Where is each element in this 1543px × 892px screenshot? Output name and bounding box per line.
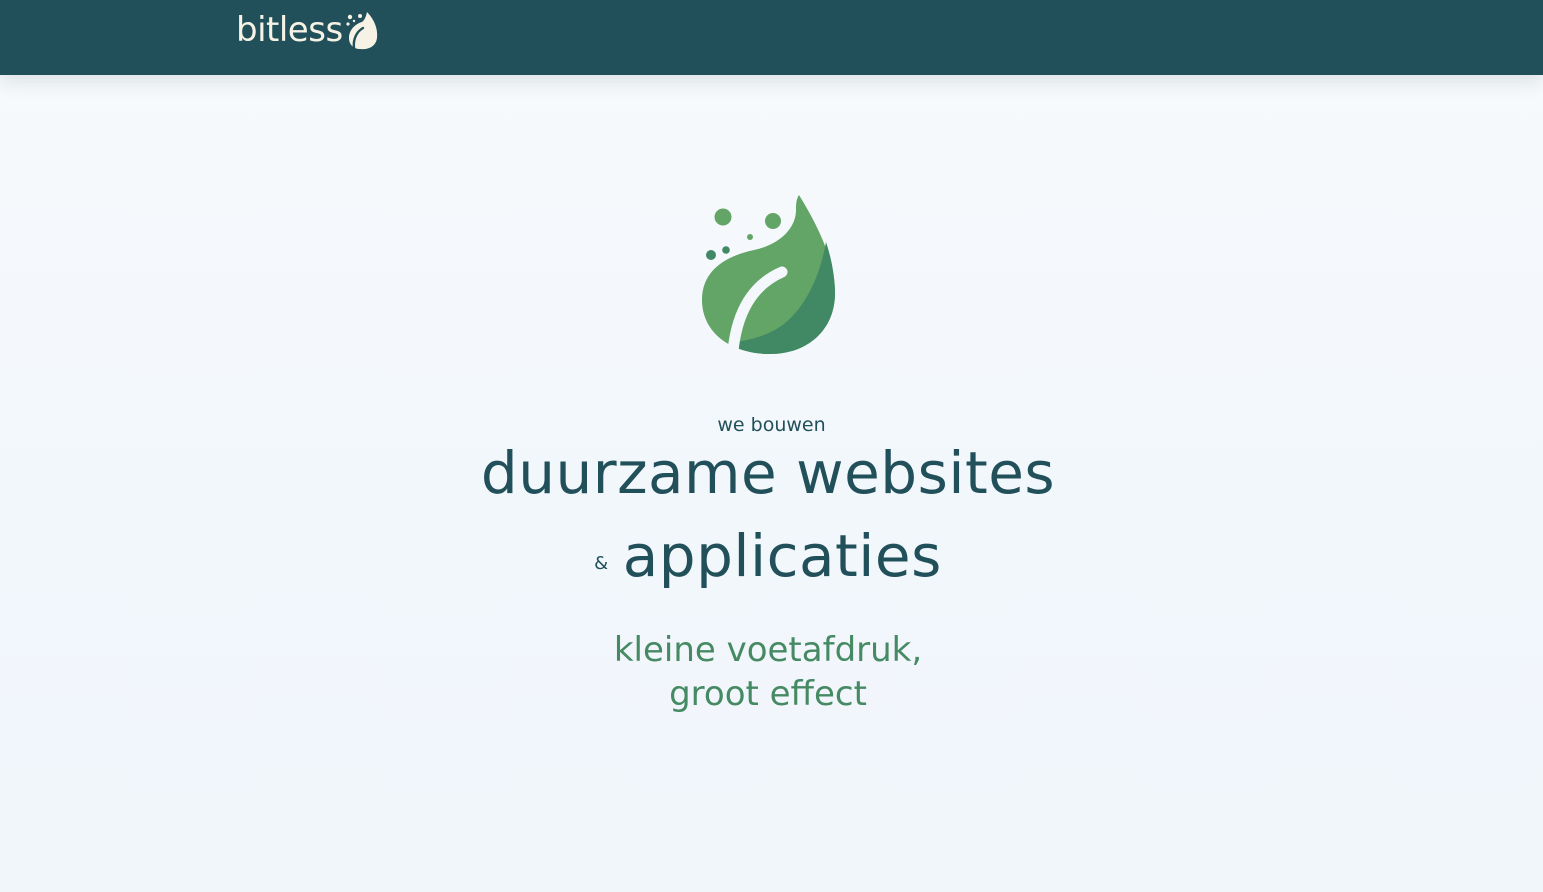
hero-tagline: kleine voetafdruk, groot effect: [0, 628, 1536, 716]
hero-tagline-line2: groot effect: [669, 674, 867, 714]
brand-logo-link[interactable]: bitless: [236, 8, 379, 52]
top-navigation-bar: bitless: [0, 0, 1543, 75]
leaf-icon: [346, 12, 377, 50]
hero-section: we bouwen duurzame websites & applicaties…: [0, 75, 1543, 892]
hero-headline-line2: applicaties: [622, 522, 942, 590]
hero-headline-line2-wrapper: & applicaties: [0, 518, 1536, 598]
leaf-bubbles-icon: [702, 195, 836, 374]
hero-headline-line1: duurzame websites: [480, 439, 1056, 507]
brand-name: bitless: [236, 10, 343, 50]
hero-tagline-line1: kleine voetafdruk,: [613, 630, 923, 670]
ampersand: &: [594, 552, 609, 574]
